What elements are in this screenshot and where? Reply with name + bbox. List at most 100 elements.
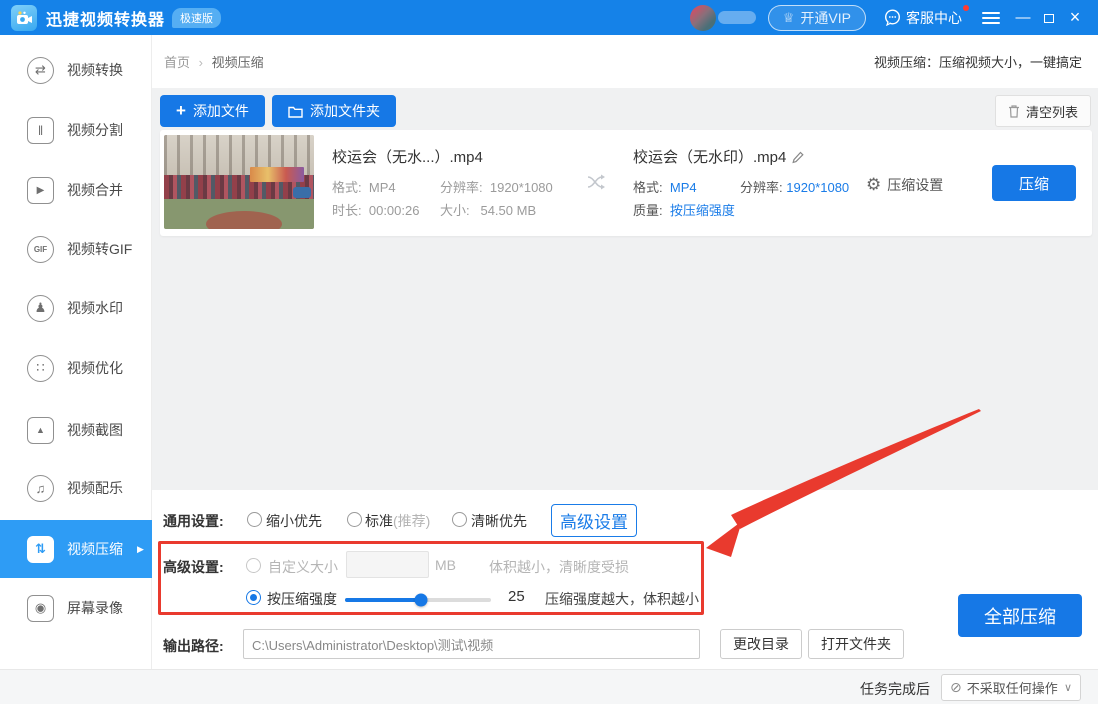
standard-label[interactable]: 标准(推荐) [365, 511, 430, 531]
app-window: 迅捷视频转换器 极速版 ♕ 开通VIP 客服中心 — × ⇄ 视频转换 ‖ 视频分割… [0, 0, 1098, 704]
advanced-settings-label: 高级设置: [163, 559, 224, 575]
minimize-icon[interactable]: — [1010, 0, 1036, 35]
compress-all-button[interactable]: 全部压缩 [958, 594, 1082, 637]
clarity-priority-label[interactable]: 清晰优先 [471, 511, 527, 531]
radio-clarity-priority[interactable] [452, 512, 467, 527]
record-icon: ◉ [27, 594, 54, 622]
shrink-priority-label[interactable]: 缩小优先 [266, 511, 322, 531]
crown-icon: ♕ [782, 9, 795, 25]
file-list-area: + 添加文件 添加文件夹 清空列表 校运会（无水...）.mp4 格式: MP4… [152, 88, 1098, 490]
custom-size-label[interactable]: 自定义大小 [268, 557, 338, 577]
custom-size-hint: 体积越小，清晰度受损 [489, 559, 629, 575]
sidebar-item-video-screenshot[interactable]: ▲ 视频截图 [0, 401, 152, 459]
file-list-item: 校运会（无水...）.mp4 格式: MP4 分辨率: 1920*1080 时长… [160, 130, 1092, 236]
music-icon: ♫ [27, 474, 54, 502]
strength-value: 25 [508, 588, 525, 605]
sidebar-item-screen-record[interactable]: ◉ 屏幕录像 [0, 579, 152, 637]
slider-handle[interactable] [414, 593, 428, 607]
sidebar-item-video-convert[interactable]: ⇄ 视频转换 [0, 41, 152, 99]
compress-strength-label[interactable]: 按压缩强度 [267, 589, 337, 609]
sidebar: ⇄ 视频转换 ‖ 视频分割 ▶ 视频合并 GIF 视频转GIF ♟ 视频水印 ∷ 视频优化 … [0, 35, 152, 669]
window-controls: — × [1010, 0, 1088, 35]
after-task-label: 任务完成后 [860, 681, 930, 697]
output-path-label: 输出路径: [163, 638, 224, 654]
compress-icon: ⇅ [27, 535, 54, 563]
source-duration-value: 00:00:26 [368, 203, 420, 218]
folder-icon [288, 106, 303, 118]
gif-icon: GIF [27, 235, 54, 263]
general-settings-label: 通用设置: [163, 513, 224, 529]
strength-hint: 压缩强度越大，体积越小 [545, 591, 699, 607]
shuffle-icon [587, 174, 605, 190]
after-task-dropdown[interactable]: ⊘ 不采取任何操作 ∨ [941, 674, 1081, 701]
split-icon: ‖ [27, 116, 54, 144]
chat-icon [884, 9, 901, 26]
app-title: 迅捷视频转换器 [46, 11, 166, 29]
video-thumbnail [164, 135, 314, 229]
source-resolution-value: 1920*1080 [489, 180, 553, 195]
sidebar-item-video-merge[interactable]: ▶ 视频合并 [0, 161, 152, 219]
edition-badge: 极速版 [172, 7, 222, 28]
source-size-value: 54.50 MB [480, 203, 537, 218]
vip-button[interactable]: ♕ 开通VIP [767, 4, 866, 31]
compress-button[interactable]: 压缩 [992, 165, 1076, 201]
breadcrumb-row: 首页 › 视频压缩 视频压缩：压缩视频大小，一键搞定 [152, 35, 1098, 88]
convert-icon: ⇄ [27, 56, 54, 84]
source-resolution-label: 分辨率: [440, 180, 483, 195]
notification-dot [963, 4, 969, 11]
sidebar-item-video-optimize[interactable]: ∷ 视频优化 [0, 339, 152, 397]
output-path-input[interactable] [243, 629, 700, 659]
compress-settings-button[interactable]: ⚙ 压缩设置 [866, 175, 943, 195]
menu-icon[interactable] [982, 9, 1000, 27]
customer-service-button[interactable]: 客服中心 [884, 4, 969, 28]
advanced-settings-button[interactable]: 高级设置 [551, 504, 637, 537]
edit-icon[interactable] [792, 151, 805, 164]
add-folder-button[interactable]: 添加文件夹 [272, 95, 396, 127]
page-hint: 视频压缩：压缩视频大小，一键搞定 [873, 55, 1082, 70]
maximize-icon[interactable] [1036, 0, 1062, 35]
optimize-icon: ∷ [27, 354, 54, 382]
plus-icon: + [176, 101, 186, 120]
target-quality-value[interactable]: 按压缩强度 [670, 203, 735, 218]
clear-list-button[interactable]: 清空列表 [994, 95, 1091, 127]
vip-label: 开通VIP [800, 9, 851, 26]
close-icon[interactable]: × [1062, 0, 1088, 35]
target-resolution-label: 分辨率: [740, 180, 783, 195]
source-duration-label: 时长: [332, 203, 362, 218]
user-avatar[interactable] [689, 4, 716, 31]
sidebar-item-video-compress[interactable]: ⇅ 视频压缩 ▶ [0, 520, 152, 578]
merge-icon: ▶ [27, 176, 54, 204]
custom-size-unit: MB [435, 557, 456, 573]
screenshot-icon: ▲ [27, 416, 54, 444]
custom-size-input[interactable] [346, 551, 429, 578]
breadcrumb: 首页 › 视频压缩 [164, 52, 264, 71]
breadcrumb-separator: › [198, 55, 203, 70]
slider-fill [345, 598, 421, 602]
statusbar: 任务完成后 ⊘ 不采取任何操作 ∨ [0, 669, 1098, 704]
radio-custom-size[interactable] [246, 558, 261, 573]
radio-shrink-priority[interactable] [247, 512, 262, 527]
change-directory-button[interactable]: 更改目录 [720, 629, 802, 659]
sidebar-item-video-music[interactable]: ♫ 视频配乐 [0, 459, 152, 517]
target-quality-label: 质量: [633, 203, 663, 218]
sidebar-item-video-watermark[interactable]: ♟ 视频水印 [0, 279, 152, 337]
sidebar-item-video-split[interactable]: ‖ 视频分割 [0, 101, 152, 159]
submenu-arrow-icon: ▶ [137, 543, 144, 554]
radio-standard[interactable] [347, 512, 362, 527]
titlebar: 迅捷视频转换器 极速版 ♕ 开通VIP 客服中心 — × [0, 0, 1098, 35]
sidebar-item-video-to-gif[interactable]: GIF 视频转GIF [0, 220, 152, 278]
prohibit-icon: ⊘ [950, 679, 962, 695]
open-folder-button[interactable]: 打开文件夹 [808, 629, 904, 659]
target-format-value[interactable]: MP4 [670, 180, 697, 195]
target-resolution-value[interactable]: 1920*1080 [786, 180, 849, 195]
trash-icon [1008, 105, 1019, 118]
radio-compress-strength[interactable] [246, 590, 261, 605]
username-pill [717, 11, 756, 24]
source-size-label: 大小: [440, 203, 470, 218]
strength-slider[interactable] [345, 592, 491, 607]
source-format-label: 格式: [332, 180, 362, 195]
customer-service-label: 客服中心 [906, 9, 962, 26]
breadcrumb-home[interactable]: 首页 [164, 55, 190, 70]
target-file-name: 校运会（无水印）.mp4 [633, 146, 805, 167]
add-file-button[interactable]: + 添加文件 [160, 95, 265, 127]
